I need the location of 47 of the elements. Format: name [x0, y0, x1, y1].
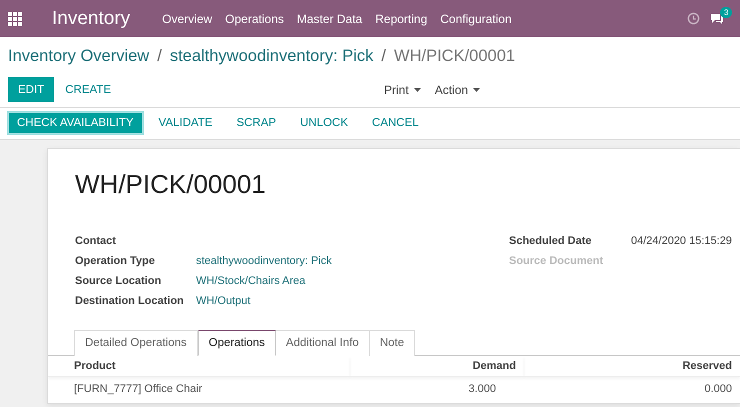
field-link[interactable]: WH/Output — [196, 293, 509, 309]
tab[interactable]: Operations — [198, 330, 276, 356]
toolbar-button[interactable]: CREATE — [56, 77, 120, 102]
chat-icon[interactable] — [710, 12, 724, 24]
breadcrumb-current: WH/PICK/00001 — [394, 46, 516, 66]
field-label: Operation Type — [75, 254, 156, 269]
record-title: WH/PICK/00001 — [75, 169, 266, 201]
breadcrumb-link[interactable]: stealthywoodinventory: Pick — [170, 46, 374, 66]
caret-icon — [414, 88, 421, 92]
clock-icon[interactable] — [687, 12, 700, 25]
table-cell: 3.000 — [350, 376, 524, 401]
field-value: 04/24/2020 15:15:29 — [631, 234, 732, 249]
tab[interactable]: Note — [370, 330, 416, 356]
menu-item[interactable]: Reporting — [375, 10, 428, 28]
column-header: Product — [48, 356, 350, 376]
field-label: Source Location — [75, 274, 162, 289]
menu-item[interactable]: Configuration — [440, 10, 512, 28]
column-header: Reserved — [524, 356, 740, 376]
message-count-badge: 3 — [720, 6, 732, 18]
field-label: Scheduled Date — [509, 234, 593, 249]
status-button[interactable]: VALIDATE — [150, 110, 222, 136]
apps-menu-icon[interactable] — [8, 12, 22, 26]
caret-icon — [473, 88, 480, 92]
toolbar-button[interactable]: EDIT — [8, 77, 54, 102]
dropdown-button[interactable]: Print — [384, 82, 421, 96]
field-label: Source Document — [509, 254, 604, 269]
breadcrumb-link[interactable]: Inventory Overview — [8, 46, 150, 66]
field-label: Contact — [75, 234, 117, 249]
dropdown-button[interactable]: Action — [434, 82, 480, 96]
menu-item[interactable]: Operations — [225, 10, 284, 28]
menu-item[interactable]: Master Data — [296, 10, 362, 28]
status-button[interactable]: UNLOCK — [291, 110, 358, 136]
tab[interactable]: Additional Info — [276, 330, 370, 356]
breadcrumb-separator: / — [157, 46, 162, 66]
menu-item[interactable]: Overview — [162, 10, 212, 28]
status-button[interactable]: SCRAP — [227, 110, 286, 136]
field-link[interactable]: WH/Stock/Chairs Area — [196, 273, 509, 289]
field-link[interactable]: stealthywoodinventory: Pick — [196, 253, 509, 269]
status-button[interactable]: CANCEL — [363, 110, 428, 136]
table-cell: [FURN_7777] Office Chair — [48, 376, 350, 401]
tab[interactable]: Detailed Operations — [74, 330, 198, 356]
field-label: Destination Location — [75, 294, 185, 309]
status-button[interactable]: CHECK AVAILABILITY — [7, 111, 144, 135]
table-cell: 0.000 — [524, 376, 740, 401]
column-header: Demand — [350, 356, 524, 376]
app-title[interactable]: Inventory — [52, 8, 130, 30]
breadcrumb-separator: / — [381, 46, 386, 66]
